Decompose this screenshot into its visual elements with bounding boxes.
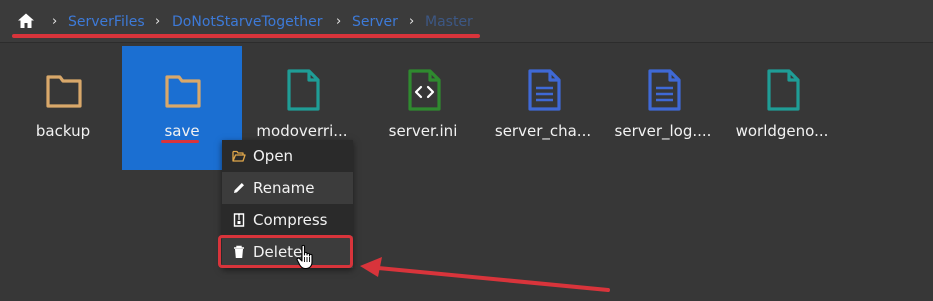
document-icon bbox=[767, 69, 800, 111]
file-name: server_cha... bbox=[494, 122, 592, 140]
text-file-icon bbox=[528, 69, 561, 111]
annotation-underline bbox=[161, 140, 199, 143]
file-name: worldgeno... bbox=[735, 122, 829, 140]
breadcrumb-separator: › bbox=[52, 14, 58, 29]
folder-open-icon bbox=[232, 150, 246, 162]
file-tile-backup[interactable]: backup bbox=[3, 46, 123, 170]
breadcrumb-separator: › bbox=[155, 14, 161, 29]
breadcrumb-serverfiles[interactable]: ServerFiles bbox=[68, 13, 145, 31]
file-tile-server-chat[interactable]: server_cha... bbox=[483, 46, 603, 170]
menu-item-open[interactable]: Open bbox=[222, 140, 353, 172]
annotation-arrow-icon bbox=[360, 257, 610, 292]
annotation-highlight-box bbox=[218, 235, 353, 268]
folder-icon bbox=[46, 75, 82, 108]
menu-item-compress[interactable]: Compress bbox=[222, 204, 353, 236]
document-icon bbox=[287, 69, 320, 111]
file-tile-server-log[interactable]: server_log.... bbox=[603, 46, 723, 170]
breadcrumb-master: Master bbox=[425, 14, 473, 30]
menu-item-label: Compress bbox=[253, 211, 328, 229]
file-name: server.ini bbox=[388, 122, 458, 140]
file-name: server_log.... bbox=[614, 122, 712, 140]
breadcrumb-donotstarvetogether[interactable]: DoNotStarveTogether bbox=[172, 13, 322, 31]
annotation-underline bbox=[12, 34, 480, 38]
file-manager: › ServerFiles › DoNotStarveTogether › Se… bbox=[0, 0, 933, 301]
breadcrumb-server[interactable]: Server bbox=[352, 13, 398, 31]
file-name: backup bbox=[35, 122, 91, 140]
file-tile-worldgenoverride[interactable]: worldgeno... bbox=[722, 46, 842, 170]
archive-icon bbox=[233, 213, 245, 227]
breadcrumb-separator: › bbox=[336, 14, 342, 29]
home-icon[interactable] bbox=[17, 12, 35, 30]
hand-cursor-icon bbox=[296, 244, 313, 270]
file-name: save bbox=[164, 122, 200, 140]
folder-icon bbox=[165, 75, 201, 108]
pencil-icon bbox=[234, 183, 244, 193]
menu-item-label: Rename bbox=[253, 179, 315, 197]
code-file-icon bbox=[408, 69, 441, 111]
file-name: modoverri... bbox=[256, 122, 348, 140]
menu-item-label: Open bbox=[253, 147, 294, 165]
text-file-icon bbox=[648, 69, 681, 111]
file-tile-server-ini[interactable]: server.ini bbox=[363, 46, 483, 170]
menu-item-rename[interactable]: Rename bbox=[222, 172, 353, 204]
breadcrumb-separator: › bbox=[409, 14, 415, 29]
